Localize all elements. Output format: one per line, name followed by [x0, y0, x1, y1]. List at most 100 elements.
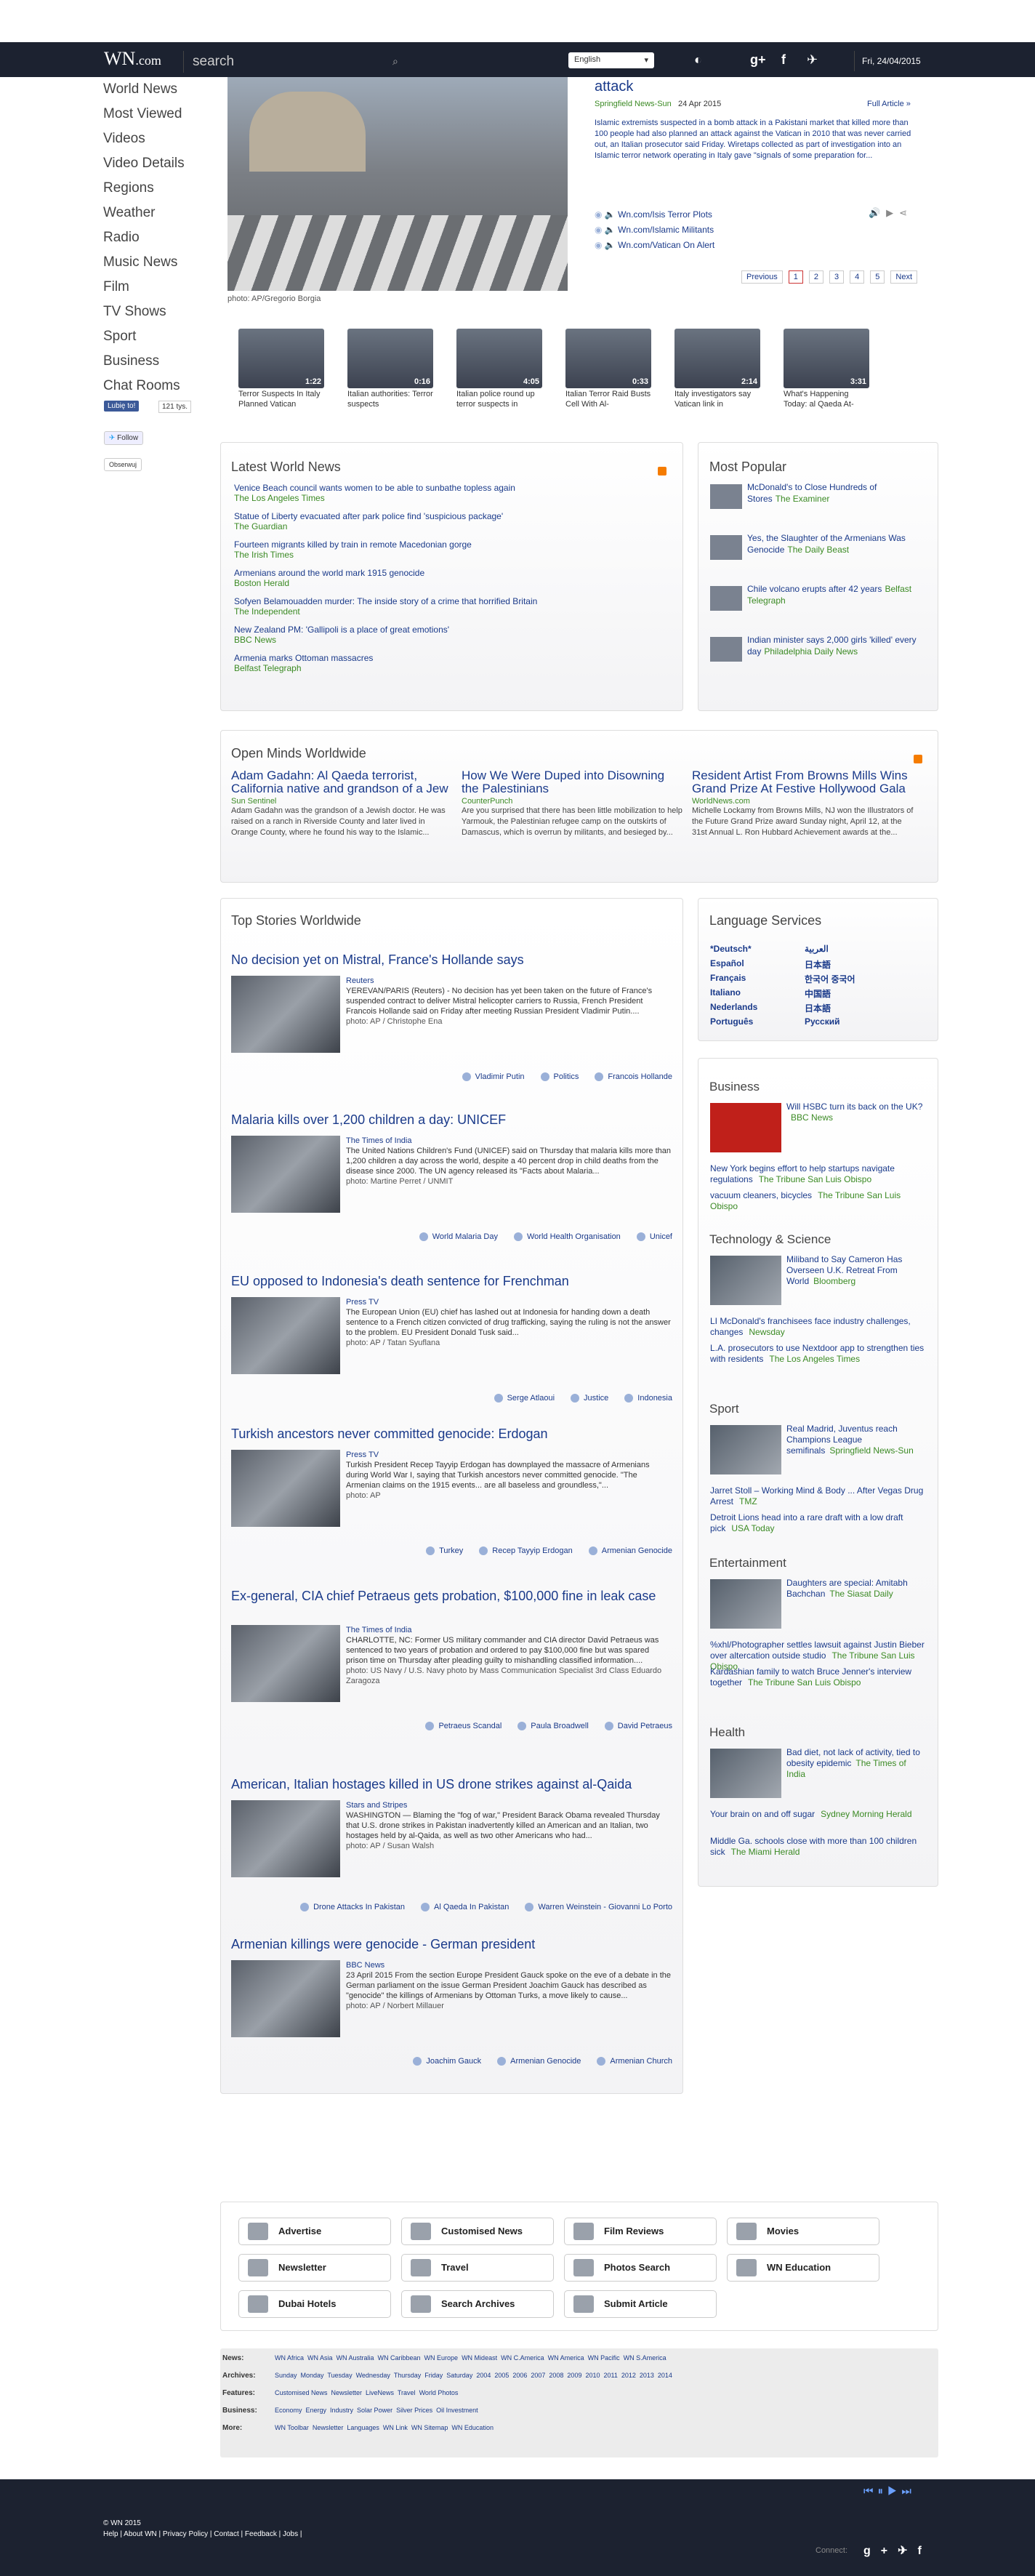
language-link[interactable]: 日本語 [805, 1002, 831, 1014]
popular-headline[interactable]: Chile volcano erupts after 42 years [747, 584, 882, 594]
news-source[interactable]: The Los Angeles Times [234, 493, 670, 503]
story-headline[interactable]: EU opposed to Indonesia's death sentence… [231, 1274, 667, 1288]
popular-thumbnail[interactable] [710, 535, 742, 560]
tag-label[interactable]: Joachim Gauck [426, 2057, 481, 2066]
tag-label[interactable]: Armenian Church [610, 2057, 672, 2066]
news-headline[interactable]: Fourteen migrants killed by train in rem… [234, 539, 670, 550]
nav-item-6[interactable]: Radio [103, 227, 220, 252]
opinion-headline[interactable]: Resident Artist From Browns Mills Wins G… [692, 769, 914, 795]
story-tag[interactable]: Armenian Genocide [497, 2057, 581, 2066]
video-caption[interactable]: What's Happening Today: al Qaeda At- [784, 389, 871, 409]
rss-icon[interactable] [914, 755, 922, 763]
hero-link-label[interactable]: Wn.com/Vatican On Alert [618, 240, 714, 250]
popular-source[interactable]: The Examiner [776, 494, 830, 504]
story-tag[interactable]: Justice [571, 1394, 608, 1403]
story-headline[interactable]: No decision yet on Mistral, France's Hol… [231, 952, 667, 967]
service-label[interactable]: Travel [441, 2262, 469, 2273]
service-button[interactable]: Newsletter [238, 2254, 391, 2282]
popular-source[interactable]: Philadelphia Daily News [764, 646, 858, 657]
video-caption[interactable]: Italy investigators say Vatican link in [674, 389, 762, 409]
directory-links[interactable]: WN Africa WN Asia WN Australia WN Caribb… [275, 2354, 666, 2362]
language-link[interactable]: Français [710, 973, 746, 983]
service-button[interactable]: Movies [727, 2218, 879, 2245]
section-item-source[interactable]: The Tribune San Luis Obispo [748, 1677, 861, 1688]
video-thumbnail[interactable]: 0:16 [347, 329, 433, 388]
nav-item-0[interactable]: World News [103, 79, 220, 103]
footer-social-icons[interactable]: g+✈f [863, 2543, 932, 2558]
nav-item-2[interactable]: Videos [103, 128, 220, 153]
section-image[interactable] [710, 1256, 781, 1305]
nav-item-9[interactable]: TV Shows [103, 301, 220, 326]
language-link[interactable]: العربية [805, 944, 829, 954]
google-observe-button[interactable]: Obserwuj [104, 458, 142, 471]
service-button[interactable]: Photos Search [564, 2254, 717, 2282]
pager-item[interactable]: 4 [850, 270, 865, 284]
story-tag[interactable]: Francois Hollande [595, 1072, 672, 1082]
language-select[interactable]: English ▾ [568, 52, 654, 68]
language-link[interactable]: 中国語 [805, 987, 831, 1000]
twitter-icon[interactable]: ✈ [807, 52, 818, 68]
tag-label[interactable]: Vladimir Putin [475, 1072, 525, 1081]
story-image[interactable] [231, 976, 340, 1053]
rss-icon[interactable] [658, 467, 666, 476]
story-tag[interactable]: Politics [540, 1072, 579, 1082]
story-headline[interactable]: American, Italian hostages killed in US … [231, 1777, 667, 1791]
story-source[interactable]: BBC News [346, 1960, 673, 1970]
news-source[interactable]: The Guardian [234, 521, 670, 531]
news-source[interactable]: Boston Herald [234, 578, 670, 588]
directory-links[interactable]: Economy Energy Industry Solar Power Silv… [275, 2407, 478, 2414]
news-headline[interactable]: Sofyen Belamouadden murder: The inside s… [234, 596, 670, 606]
pager-item[interactable]: 2 [808, 270, 824, 284]
story-image[interactable] [231, 1450, 340, 1527]
hero-photo[interactable] [227, 77, 568, 291]
story-tag[interactable]: Armenian Church [597, 2057, 672, 2066]
search-input[interactable]: search [183, 51, 408, 73]
tag-label[interactable]: Warren Weinstein - Giovanni Lo Porto [538, 1903, 672, 1911]
language-link[interactable]: 한국어 중국어 [805, 973, 855, 985]
service-button[interactable]: Search Archives [401, 2290, 554, 2318]
language-link[interactable]: Español [710, 958, 744, 968]
story-tag[interactable]: Recep Tayyip Erdogan [479, 1546, 573, 1556]
story-tag[interactable]: David Petraeus [604, 1722, 672, 1731]
story-tag[interactable]: World Health Organisation [514, 1232, 621, 1242]
hero-link[interactable]: ◉ 🔈 Wn.com/Isis Terror Plots [595, 207, 714, 222]
video-caption[interactable]: Italian authorities: Terror suspects [347, 389, 435, 409]
news-source[interactable]: The Irish Times [234, 550, 670, 560]
video-thumbnail[interactable]: 1:22 [238, 329, 324, 388]
section-item-source[interactable]: The Tribune San Luis Obispo [759, 1174, 871, 1184]
story-tag[interactable]: Indonesia [624, 1394, 672, 1403]
tag-label[interactable]: David Petraeus [618, 1722, 672, 1730]
section-lead-source[interactable]: Springfield News-Sun [829, 1445, 913, 1456]
tag-label[interactable]: Recep Tayyip Erdogan [492, 1546, 572, 1555]
service-button[interactable]: WN Education [727, 2254, 879, 2282]
language-link[interactable]: Nederlands [710, 1002, 757, 1012]
story-source[interactable]: Stars and Stripes [346, 1800, 673, 1810]
opinion-source[interactable]: Sun Sentinel [231, 797, 453, 806]
hero-media-controls[interactable]: 🔊▶⋖ [869, 207, 913, 219]
story-image[interactable] [231, 1297, 340, 1374]
nav-item-1[interactable]: Most Viewed [103, 103, 220, 128]
section-item-source[interactable]: The Los Angeles Times [769, 1354, 860, 1364]
popular-source[interactable]: The Daily Beast [787, 545, 849, 555]
hero-link[interactable]: ◉ 🔈 Wn.com/Vatican On Alert [595, 238, 714, 253]
service-button[interactable]: Travel [401, 2254, 554, 2282]
section-item-source[interactable]: The Miami Herald [731, 1847, 800, 1857]
section-lead-source[interactable]: The Siasat Daily [829, 1589, 893, 1599]
story-tag[interactable]: Serge Atlaoui [494, 1394, 555, 1403]
facebook-icon[interactable]: f [781, 52, 786, 68]
tag-label[interactable]: Paula Broadwell [531, 1722, 589, 1730]
story-tag[interactable]: Unicef [636, 1232, 672, 1242]
story-image[interactable] [231, 1136, 340, 1213]
news-headline[interactable]: Statue of Liberty evacuated after park p… [234, 511, 670, 521]
tag-label[interactable]: World Malaria Day [432, 1232, 498, 1241]
story-tag[interactable]: Petraeus Scandal [425, 1722, 502, 1731]
popular-thumbnail[interactable] [710, 484, 742, 509]
news-source[interactable]: Belfast Telegraph [234, 663, 670, 673]
news-headline[interactable]: New Zealand PM: 'Gallipoli is a place of… [234, 625, 670, 635]
site-logo[interactable]: WN.com [104, 48, 161, 70]
story-source[interactable]: Press TV [346, 1297, 673, 1307]
video-thumbnail[interactable]: 4:05 [456, 329, 542, 388]
service-label[interactable]: Dubai Hotels [278, 2298, 336, 2309]
story-headline[interactable]: Turkish ancestors never committed genoci… [231, 1427, 667, 1441]
news-source[interactable]: BBC News [234, 635, 670, 645]
